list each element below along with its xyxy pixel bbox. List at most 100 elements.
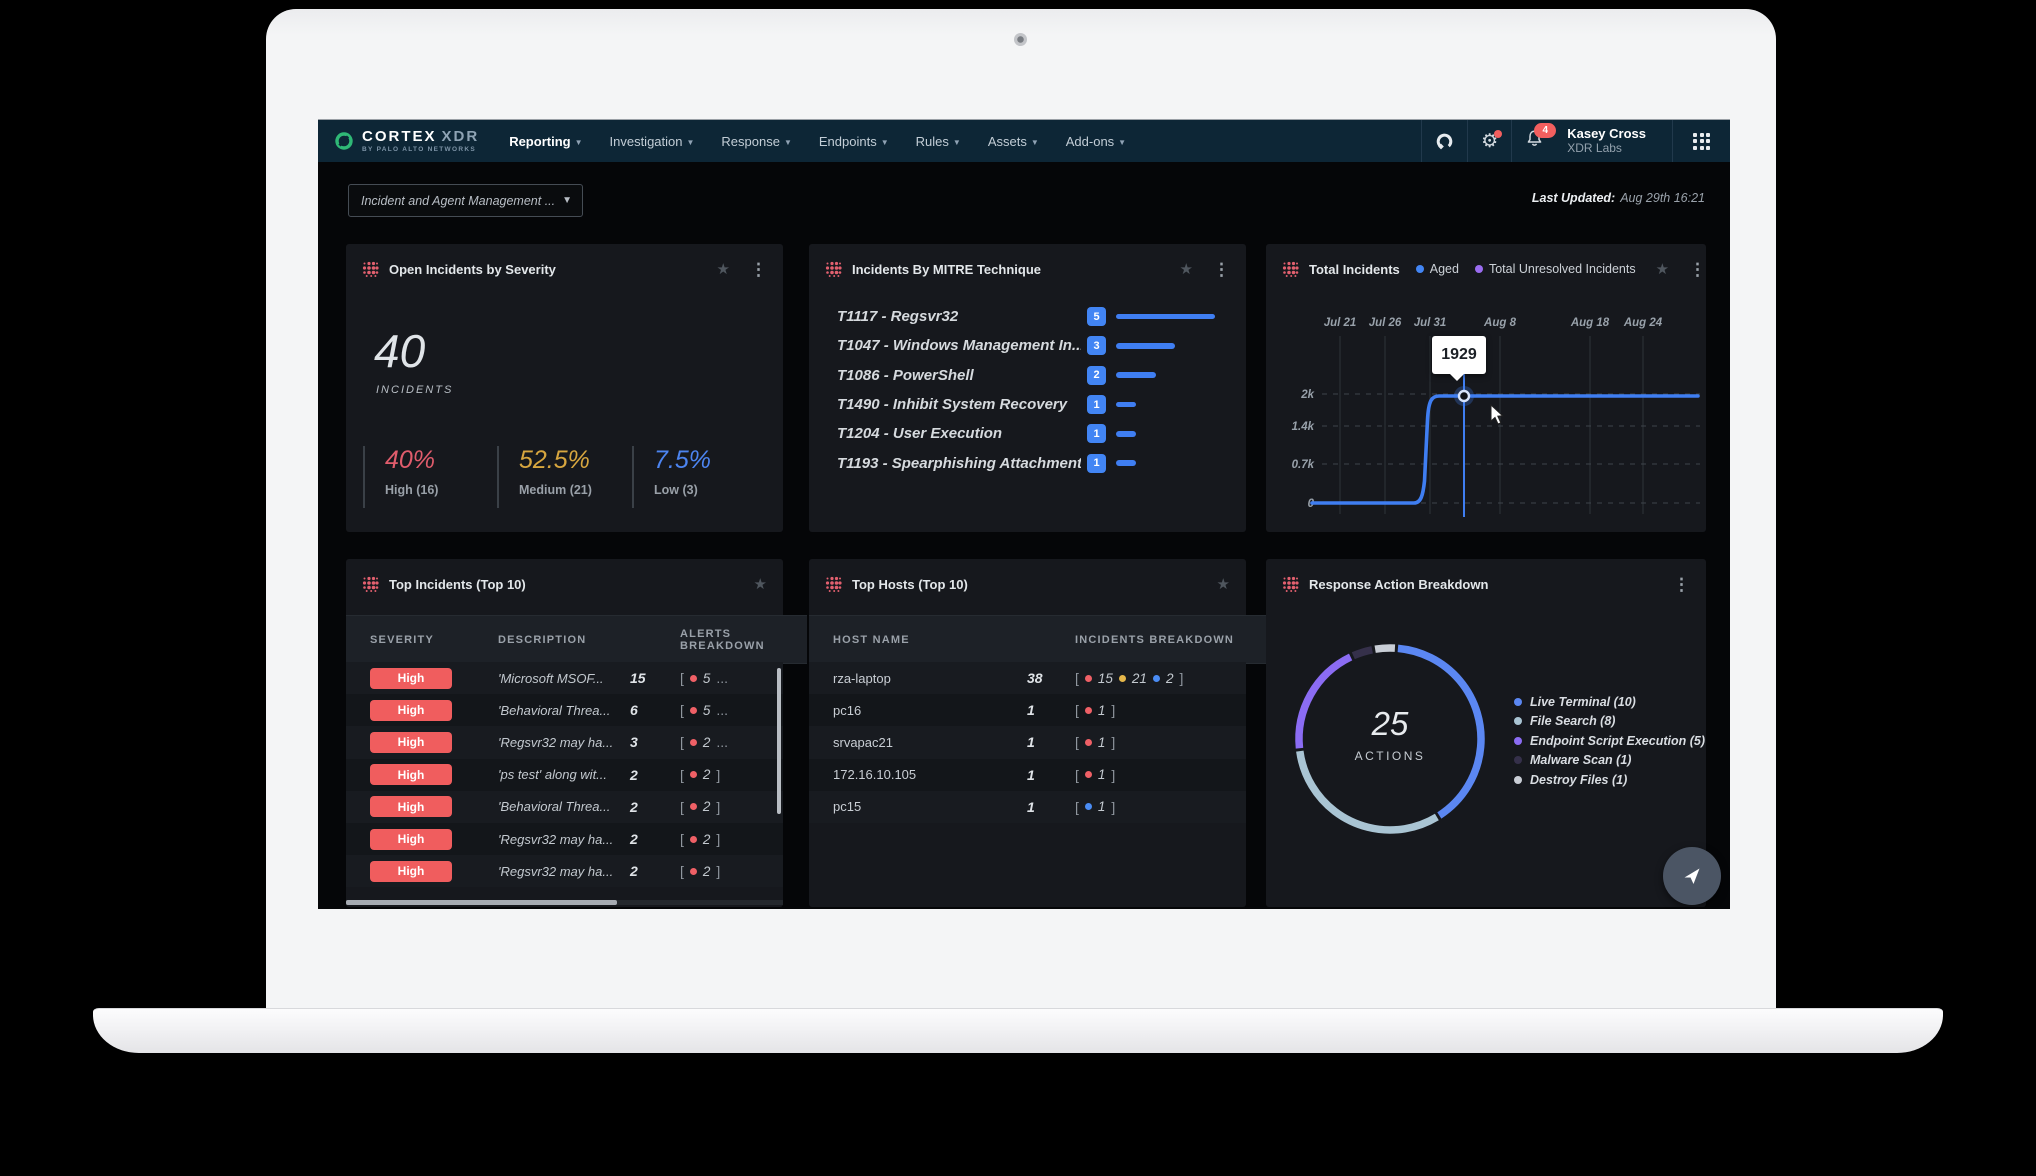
nav-item-investigation[interactable]: Investigation▼	[610, 134, 695, 149]
card-response-action-breakdown: Response Action Breakdown ⋮ 25 ACTIONS L	[1266, 559, 1706, 907]
line-chart[interactable]: Jul 21 Jul 26 Jul 31 Aug 8 Aug 18 Aug 24…	[1266, 244, 1706, 532]
brand-tagline: BY PALO ALTO NETWORKS	[362, 147, 479, 154]
x-tick: Jul 26	[1369, 317, 1402, 329]
last-updated: Last Updated:Aug 29th 16:21	[1532, 191, 1705, 205]
table-row[interactable]: High 'Behavioral Threa... 6 [ 5 ...	[346, 694, 783, 726]
mitre-row[interactable]: T1204 - User Execution 1	[809, 419, 1246, 448]
chart-tooltip: 1929	[1432, 336, 1486, 374]
hub-ring-icon	[1435, 132, 1454, 151]
count-badge: 1	[1087, 424, 1106, 443]
table-row[interactable]: High 'Regsvr32 may ha... 3 [ 2 ...	[346, 726, 783, 758]
laptop-base	[93, 1008, 1943, 1053]
horizontal-scrollbar[interactable]	[346, 900, 783, 905]
star-icon[interactable]: ★	[754, 577, 767, 592]
severity-badge: High	[370, 796, 452, 817]
feedback-fab-button[interactable]	[1663, 847, 1721, 905]
notification-dot	[1494, 130, 1502, 138]
hover-point	[1459, 391, 1469, 401]
legend-dot	[1514, 737, 1522, 745]
nav-item-response[interactable]: Response▼	[721, 134, 791, 149]
severity-dot	[1085, 739, 1092, 746]
x-tick: Aug 18	[1570, 317, 1610, 329]
legend-item[interactable]: File Search (8)	[1514, 712, 1705, 732]
table-row[interactable]: pc16 1 [ 1 ]	[809, 694, 1246, 726]
kebab-menu-icon[interactable]: ⋮	[1203, 261, 1230, 278]
notifications-button[interactable]: 4	[1511, 120, 1557, 162]
table-row[interactable]: srvapac21 1 [ 1 ]	[809, 726, 1246, 758]
vertical-scrollbar[interactable]	[777, 668, 781, 814]
legend-item[interactable]: Live Terminal (10)	[1514, 692, 1705, 712]
x-tick: Jul 21	[1324, 317, 1357, 329]
actions-total: 25	[1300, 705, 1480, 743]
nav-item-assets[interactable]: Assets▼	[988, 134, 1039, 149]
card-open-incidents-by-severity: Open Incidents by Severity ★ ⋮ 40 INCIDE…	[346, 244, 783, 532]
app-switcher-button[interactable]	[1672, 120, 1730, 162]
y-tick: 1.4k	[1292, 421, 1315, 433]
nav-item-addons[interactable]: Add-ons▼	[1066, 134, 1126, 149]
user-menu[interactable]: Kasey Cross XDR Labs	[1557, 127, 1672, 156]
brand-logo[interactable]: CORTEXXDR BY PALO ALTO NETWORKS	[318, 129, 497, 154]
widget-icon	[825, 261, 842, 278]
incident-total-label: INCIDENTS	[376, 384, 453, 396]
star-icon[interactable]: ★	[717, 262, 730, 277]
chevron-down-icon: ▼	[687, 138, 695, 147]
table-row[interactable]: High 'Regsvr32 may ha... 2 [ 2 ]	[346, 855, 783, 887]
chevron-down-icon: ▼	[784, 138, 792, 147]
bar	[1116, 372, 1156, 378]
mitre-row[interactable]: T1086 - PowerShell 2	[809, 361, 1246, 390]
dashboard-selector-value: Incident and Agent Management ...	[349, 194, 562, 208]
severity-dot	[1085, 675, 1092, 682]
mitre-row[interactable]: T1193 - Spearphishing Attachment 1	[809, 448, 1246, 477]
table-header: HOST NAME INCIDENTS BREAKDOWN	[809, 615, 1270, 664]
y-tick: 2k	[1300, 389, 1314, 401]
settings-button[interactable]: ⚙	[1467, 120, 1511, 162]
incident-total: 40	[374, 324, 425, 378]
bar	[1116, 343, 1175, 349]
x-tick: Aug 8	[1483, 317, 1517, 329]
card-top-hosts: Top Hosts (Top 10) ★ HOST NAME INCIDENTS…	[809, 559, 1246, 907]
table-row[interactable]: High 'Microsoft MSOF... 15 [ 5 ...	[346, 662, 783, 694]
table-row[interactable]: High 'ps test' along wit... 2 [ 2 ]	[346, 759, 783, 791]
star-icon[interactable]: ★	[1217, 577, 1230, 592]
mitre-row[interactable]: T1490 - Inhibit System Recovery 1	[809, 390, 1246, 419]
legend-item[interactable]: Endpoint Script Execution (5)	[1514, 731, 1705, 751]
table-row[interactable]: pc15 1 [ 1 ]	[809, 791, 1246, 823]
dashboard-screen: CORTEXXDR BY PALO ALTO NETWORKS Reportin…	[318, 119, 1730, 909]
nav-item-reporting[interactable]: Reporting▼	[509, 134, 582, 149]
widget-icon	[362, 261, 379, 278]
mitre-row[interactable]: T1047 - Windows Management In... 3	[809, 331, 1246, 360]
bar	[1116, 314, 1215, 320]
table-row[interactable]: High 'Behavioral Threa... 2 [ 2 ]	[346, 791, 783, 823]
table-row[interactable]: High 'Regsvr32 may ha... 2 [ 2 ]	[346, 823, 783, 855]
nav-item-rules[interactable]: Rules▼	[916, 134, 961, 149]
kebab-menu-icon[interactable]: ⋮	[740, 261, 767, 278]
legend-item[interactable]: Destroy Files (1)	[1514, 770, 1705, 790]
card-title: Top Hosts (Top 10)	[852, 577, 968, 592]
widget-icon	[825, 576, 842, 593]
severity-badge: High	[370, 732, 452, 753]
aged-series-line	[1312, 396, 1698, 503]
card-top-incidents: Top Incidents (Top 10) ★ SEVERITY DESCRI…	[346, 559, 783, 907]
help-hub-button[interactable]	[1421, 120, 1467, 162]
legend-dot	[1514, 776, 1522, 784]
severity-dot	[690, 707, 697, 714]
bar	[1116, 402, 1136, 408]
table-row[interactable]: rza-laptop 38 [ 15 21 2 ]	[809, 662, 1246, 694]
widget-icon	[362, 576, 379, 593]
dashboard-selector-dropdown[interactable]: Incident and Agent Management ... ▼	[348, 184, 583, 217]
star-icon[interactable]: ★	[1180, 262, 1193, 277]
severity-badge: High	[370, 764, 452, 785]
stat-high: 40% High (16)	[363, 446, 438, 508]
chevron-down-icon: ▼	[1031, 138, 1039, 147]
mitre-row[interactable]: T1117 - Regsvr32 5	[809, 302, 1246, 331]
legend-item[interactable]: Malware Scan (1)	[1514, 751, 1705, 771]
legend-dot	[1514, 717, 1522, 725]
brand-secondary: XDR	[442, 128, 480, 145]
table-row[interactable]: 172.16.10.105 1 [ 1 ]	[809, 759, 1246, 791]
gear-icon: ⚙	[1481, 132, 1498, 151]
send-icon	[1677, 861, 1707, 891]
scrollbar-thumb[interactable]	[346, 900, 617, 905]
severity-dot	[1085, 707, 1092, 714]
chevron-down-icon: ▼	[881, 138, 889, 147]
nav-item-endpoints[interactable]: Endpoints▼	[819, 134, 889, 149]
